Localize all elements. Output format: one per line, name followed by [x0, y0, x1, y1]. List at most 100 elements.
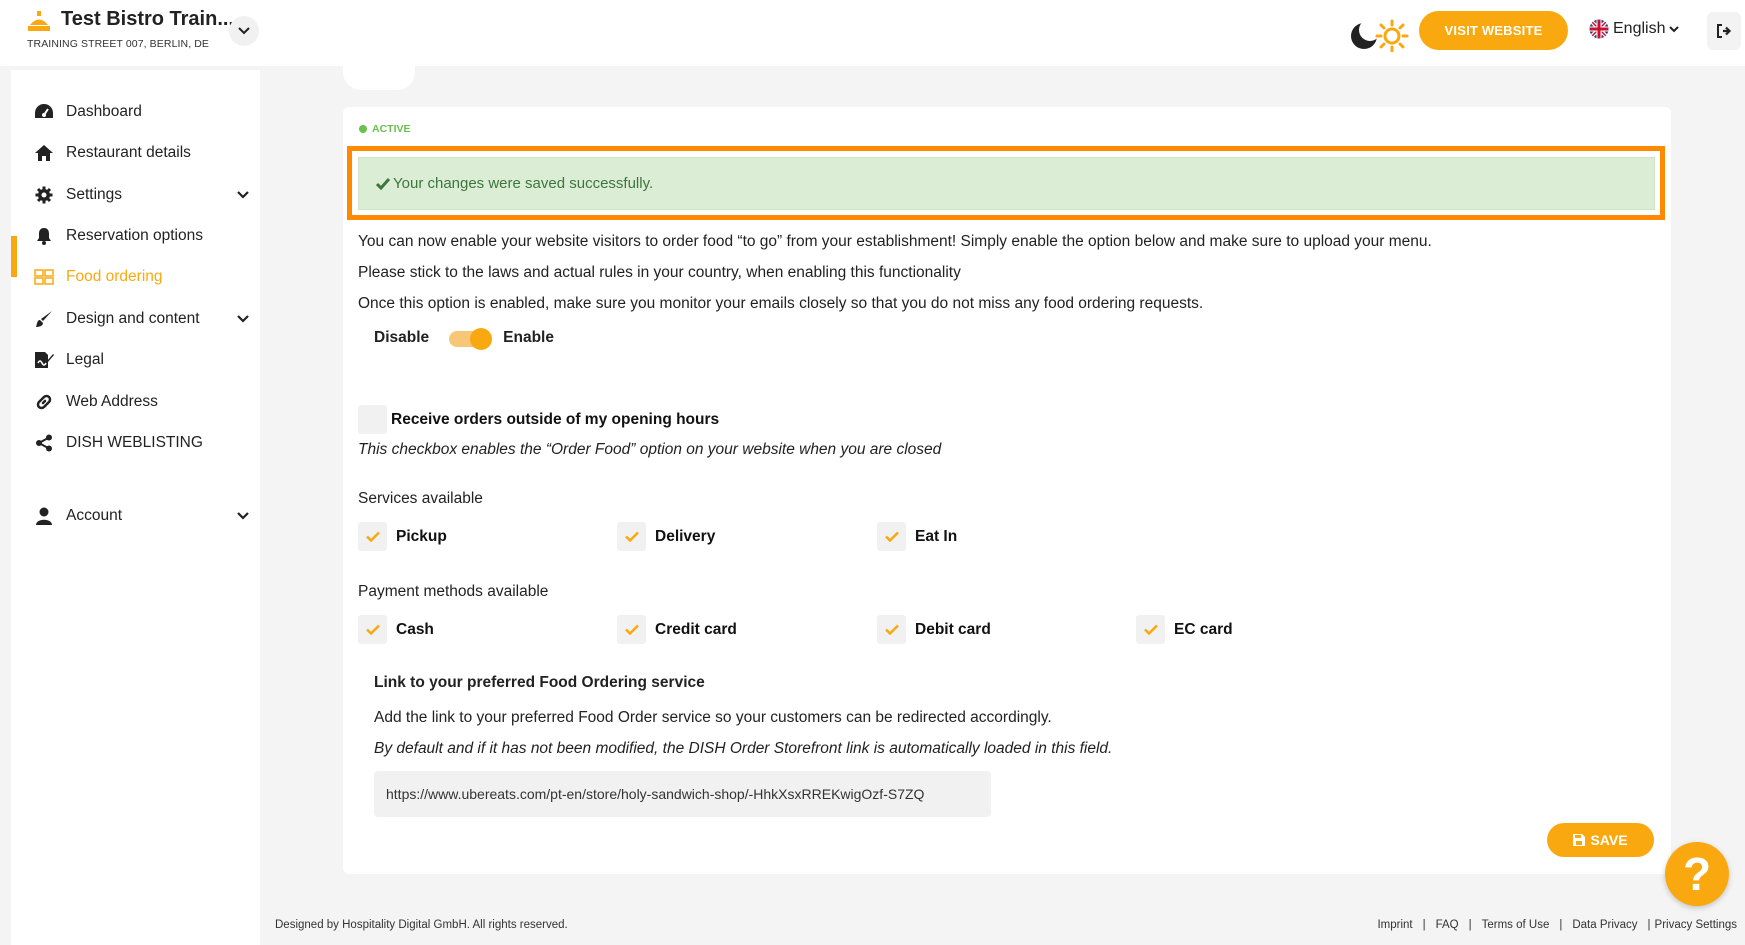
status-dot [359, 125, 367, 133]
intro-text-line-2: Please stick to the laws and actual rule… [358, 264, 961, 281]
credit-card-label: Credit card [655, 621, 737, 638]
bell-icon [33, 225, 55, 247]
success-message: Your changes were saved successfully. [393, 175, 654, 192]
chevron-down-icon [238, 27, 250, 35]
brush-icon [33, 308, 55, 330]
link-section-title: Link to your preferred Food Ordering ser… [374, 674, 705, 691]
link-section-description: Add the link to your preferred Food Orde… [374, 709, 1052, 726]
sidebar-item-web-address[interactable]: Web Address [11, 382, 260, 422]
help-question-icon: ? [1682, 848, 1712, 900]
checkmark-icon [624, 624, 639, 635]
eat-in-checkbox[interactable] [877, 522, 906, 551]
restaurant-name[interactable]: Test Bistro Train... [61, 8, 234, 31]
outside-hours-checkbox[interactable] [358, 405, 387, 434]
sidebar-item-label: Reservation options [66, 227, 203, 244]
status-badge: ACTIVE [359, 123, 411, 135]
footer-link-data-privacy[interactable]: Data Privacy [1572, 919, 1637, 931]
pickup-label: Pickup [396, 528, 447, 545]
signature-document-icon [33, 349, 55, 371]
user-icon [33, 505, 55, 527]
checkmark-icon [365, 531, 380, 542]
toggle-on-label: Enable [503, 329, 554, 346]
restaurant-logo-icon [28, 11, 50, 31]
dashboard-gauge-icon [33, 101, 55, 123]
chevron-down-icon [237, 315, 249, 323]
sidebar-item-dashboard[interactable]: Dashboard [11, 92, 260, 132]
sidebar-item-account[interactable]: Account [11, 496, 260, 536]
sidebar-item-label: Settings [66, 186, 123, 203]
top-header: Test Bistro Train... TRAINING STREET 007… [0, 0, 1745, 66]
sidebar-item-food-ordering[interactable]: Food ordering [11, 257, 260, 297]
floppy-disk-icon [1573, 834, 1586, 846]
sidebar-item-settings[interactable]: Settings [11, 175, 260, 215]
chevron-down-icon [237, 512, 249, 520]
footer-link-terms[interactable]: Terms of Use [1482, 919, 1550, 931]
pickup-checkbox[interactable] [358, 522, 387, 551]
checkmark-icon [884, 531, 899, 542]
checkmark-icon [624, 531, 639, 542]
services-title: Services available [358, 490, 483, 507]
toggle-knob [470, 328, 493, 350]
chevron-down-icon [237, 191, 249, 199]
credit-card-checkbox[interactable] [617, 615, 646, 644]
link-icon [33, 391, 55, 413]
checkmark-icon [884, 624, 899, 635]
visit-website-button[interactable]: VISIT WEBSITE [1419, 11, 1568, 50]
footer-link-faq[interactable]: FAQ [1436, 919, 1459, 931]
ec-card-label: EC card [1174, 621, 1233, 638]
sidebar-item-label: Dashboard [66, 103, 142, 120]
eat-in-label: Eat In [915, 528, 958, 545]
footer-separator: | [1468, 919, 1472, 931]
sidebar-item-design-and-content[interactable]: Design and content [11, 299, 260, 339]
language-selector[interactable]: English [1589, 19, 1680, 39]
footer-separator: | [1559, 919, 1563, 931]
delivery-label: Delivery [655, 528, 716, 545]
checkmark-icon [1143, 624, 1158, 635]
sidebar-item-label: Account [66, 507, 123, 524]
theme-toggle[interactable] [1348, 16, 1410, 53]
sidebar-item-label: Food ordering [66, 268, 163, 285]
sidebar: Dashboard Restaurant details Settings Re… [11, 70, 260, 945]
footer-separator: | [1422, 919, 1426, 931]
success-alert: Your changes were saved successfully. [358, 157, 1655, 210]
sidebar-item-label: DISH WEBLISTING [66, 434, 203, 451]
checkmark-icon [376, 177, 390, 190]
sidebar-item-label: Design and content [66, 310, 200, 327]
sidebar-item-legal[interactable]: Legal [11, 340, 260, 380]
ec-card-checkbox[interactable] [1136, 615, 1165, 644]
sidebar-item-label: Legal [66, 351, 104, 368]
intro-text-line-1: You can now enable your website visitors… [358, 233, 1432, 250]
footer-link-privacy-settings[interactable]: Privacy Settings [1655, 919, 1737, 931]
debit-card-checkbox[interactable] [877, 615, 906, 644]
language-label: English [1613, 20, 1666, 37]
sidebar-item-dish-weblisting[interactable]: DISH WEBLISTING [11, 423, 260, 463]
toggle-off-label: Disable [374, 329, 430, 346]
save-label: SAVE [1590, 832, 1628, 848]
restaurant-switcher-button[interactable] [229, 16, 259, 46]
cash-checkbox[interactable] [358, 615, 387, 644]
footer-link-imprint[interactable]: Imprint [1377, 919, 1412, 931]
sidebar-item-reservation-options[interactable]: Reservation options [11, 216, 260, 256]
gear-icon [33, 184, 55, 206]
debit-card-label: Debit card [915, 621, 991, 638]
food-ordering-toggle[interactable] [449, 328, 493, 350]
payments-title: Payment methods available [358, 583, 549, 600]
home-icon [33, 142, 55, 164]
checkmark-icon [365, 624, 380, 635]
footer-copyright: Designed by Hospitality Digital GmbH. Al… [275, 919, 568, 931]
collapsed-tab-stub [343, 60, 415, 90]
logout-button[interactable] [1707, 12, 1741, 50]
food-ordering-icon [33, 266, 55, 288]
food-order-url-input[interactable] [374, 771, 991, 817]
sidebar-item-label: Restaurant details [66, 144, 191, 161]
save-button[interactable]: SAVE [1547, 823, 1654, 857]
uk-flag-icon [1589, 19, 1609, 39]
footer-separator: | [1647, 919, 1651, 931]
sidebar-item-restaurant-details[interactable]: Restaurant details [11, 133, 260, 173]
chevron-down-icon [1669, 25, 1680, 32]
footer-links: Imprint | FAQ | Terms of Use | Data Priv… [1377, 919, 1737, 931]
delivery-checkbox[interactable] [617, 522, 646, 551]
status-label: ACTIVE [372, 123, 411, 135]
cash-label: Cash [396, 621, 434, 638]
help-button[interactable]: ? [1665, 842, 1729, 906]
